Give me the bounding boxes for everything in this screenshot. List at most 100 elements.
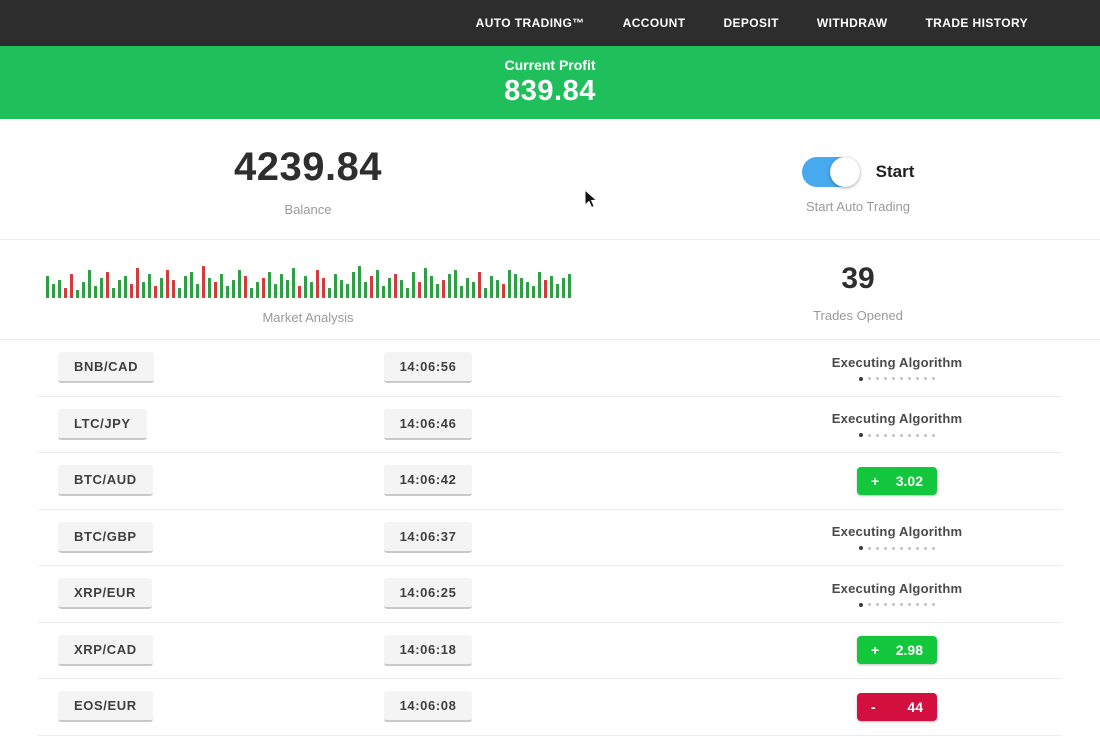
- trade-time-chip: 14:06:37: [384, 522, 473, 553]
- loader-dot: [884, 547, 887, 550]
- market-section: Market Analysis 39 Trades Opened: [0, 240, 1100, 340]
- loader-dot: [908, 434, 911, 437]
- loader-dot: [859, 546, 863, 550]
- market-bar: [406, 288, 409, 298]
- pair-chip[interactable]: BNB/CAD: [58, 352, 154, 383]
- toggle-knob: [830, 157, 860, 187]
- trade-time-chip: 14:06:46: [384, 409, 473, 440]
- trade-row: LTC/JPY14:06:46Executing Algorithm: [38, 397, 1062, 454]
- market-bar: [568, 274, 571, 298]
- loader-dot: [876, 434, 879, 437]
- pair-chip[interactable]: XRP/EUR: [58, 578, 152, 609]
- auto-trading-block: Start Start Auto Trading: [616, 119, 1100, 239]
- loader-dot: [916, 434, 919, 437]
- loader-dot: [892, 377, 895, 380]
- trade-time-chip: 14:06:42: [384, 465, 473, 496]
- market-bar: [496, 280, 499, 298]
- loader-dot: [868, 603, 871, 606]
- pair-chip[interactable]: LTC/JPY: [58, 409, 147, 440]
- market-bar: [502, 284, 505, 298]
- market-bar: [226, 286, 229, 298]
- loader-dots: [859, 603, 935, 607]
- market-analysis-label: Market Analysis: [262, 310, 353, 325]
- loader-dot: [908, 377, 911, 380]
- market-bar: [244, 276, 247, 298]
- toggle-start-label: Start: [876, 162, 915, 182]
- loader-dot: [924, 603, 927, 606]
- auto-trading-toggle[interactable]: [802, 157, 860, 187]
- market-bar: [382, 286, 385, 298]
- start-auto-trading-label: Start Auto Trading: [806, 199, 910, 214]
- loader-dots: [859, 546, 935, 550]
- market-bar: [340, 280, 343, 298]
- loader-dot: [900, 377, 903, 380]
- nav-item-withdraw[interactable]: WITHDRAW: [817, 16, 888, 30]
- trade-row: XRP/EUR 14:06:25 Executing Algorithm: [38, 566, 1062, 623]
- loader-dot: [876, 547, 879, 550]
- nav-item-auto-trading[interactable]: AUTO TRADING™: [476, 16, 585, 30]
- market-bar: [358, 266, 361, 298]
- trade-row: EOS/EUR 14:06:08 -44: [38, 679, 1062, 736]
- trade-time-chip: 14:06:08: [384, 691, 473, 722]
- pair-chip[interactable]: BTC/GBP: [58, 522, 153, 553]
- market-bar: [424, 268, 427, 298]
- market-bar: [532, 286, 535, 298]
- loader-dot: [892, 603, 895, 606]
- result-amount: 3.02: [896, 473, 923, 489]
- market-bar: [478, 272, 481, 298]
- balance-label: Balance: [285, 202, 332, 217]
- market-bar: [472, 282, 475, 298]
- market-bar: [76, 290, 79, 298]
- loader-dot: [859, 603, 863, 607]
- executing-algorithm-label: Executing Algorithm: [832, 581, 962, 596]
- pair-chip[interactable]: BTC/AUD: [58, 465, 153, 496]
- market-bar: [280, 274, 283, 298]
- market-bar: [262, 278, 265, 298]
- market-bar: [64, 288, 67, 298]
- market-bar: [442, 280, 445, 298]
- market-bar: [490, 276, 493, 298]
- market-bar: [352, 272, 355, 298]
- market-bar: [400, 280, 403, 298]
- loader-dot: [859, 433, 863, 437]
- nav-item-trade-history[interactable]: TRADE HISTORY: [925, 16, 1028, 30]
- loss-badge: -44: [857, 693, 937, 721]
- nav-item-deposit[interactable]: DEPOSIT: [723, 16, 778, 30]
- loader-dot: [884, 377, 887, 380]
- trade-row: BTC/AUD 14:06:42 +3.02: [38, 453, 1062, 510]
- loader-dot: [924, 434, 927, 437]
- market-bar: [184, 276, 187, 298]
- loader-dot: [884, 434, 887, 437]
- market-bar: [454, 270, 457, 298]
- trade-time-chip: 14:06:25: [384, 578, 473, 609]
- market-bar: [58, 280, 61, 298]
- market-bar: [124, 276, 127, 298]
- trade-row: BTC/GBP14:06:37Executing Algorithm: [38, 510, 1062, 567]
- market-bar: [304, 276, 307, 298]
- profit-badge: +2.98: [857, 636, 937, 664]
- market-bar: [430, 276, 433, 298]
- balance-section: 4239.84 Balance Start Start Auto Trading: [0, 119, 1100, 240]
- loader-dot: [916, 547, 919, 550]
- result-amount: 2.98: [896, 642, 923, 658]
- market-bar: [508, 270, 511, 298]
- market-bar: [136, 268, 139, 298]
- market-bar: [130, 284, 133, 298]
- pair-chip[interactable]: XRP/CAD: [58, 635, 153, 666]
- market-bar: [514, 274, 517, 298]
- loader-dot: [868, 377, 871, 380]
- market-bar: [466, 278, 469, 298]
- loader-dot: [932, 377, 935, 380]
- pair-chip[interactable]: EOS/EUR: [58, 691, 153, 722]
- loader-dot: [908, 547, 911, 550]
- market-bar: [436, 284, 439, 298]
- result-sign: +: [871, 473, 879, 489]
- loader-dots: [859, 433, 935, 437]
- market-bar: [166, 270, 169, 298]
- nav-item-account[interactable]: ACCOUNT: [623, 16, 686, 30]
- current-profit-label: Current Profit: [505, 57, 596, 73]
- market-bar: [292, 268, 295, 298]
- loader-dot: [892, 547, 895, 550]
- market-bar: [286, 280, 289, 298]
- market-bar: [526, 282, 529, 298]
